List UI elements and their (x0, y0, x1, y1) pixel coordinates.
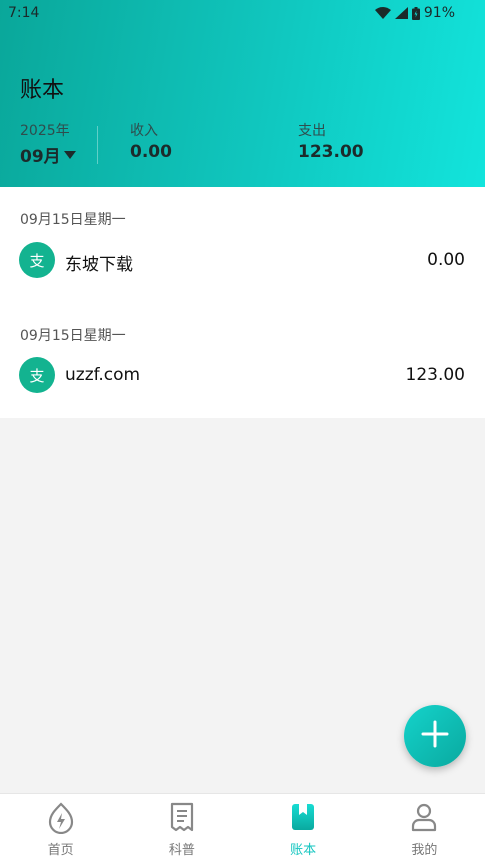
header: 7:14 91% 账本 2025年 09月 收入 0.00 支出 123.00 (0, 0, 485, 187)
battery-percent: 91% (423, 5, 455, 21)
month-label: 09月 (20, 147, 61, 167)
tab-label: 账本 (290, 843, 317, 858)
group-date: 09月15日星期一 (20, 212, 126, 228)
caret-down-icon (63, 145, 76, 164)
divider (97, 126, 98, 164)
tab-label: 我的 (411, 843, 438, 858)
summary: 2025年 09月 收入 0.00 支出 123.00 (20, 120, 470, 167)
income-value: 0.00 (130, 142, 172, 162)
tab-profile[interactable]: 我的 (364, 794, 485, 862)
tab-home[interactable]: 首页 (0, 794, 121, 862)
bottom-tab-bar: 首页 科普 账本 我的 (0, 793, 485, 862)
page-title: 账本 (20, 78, 65, 103)
year-label: 2025年 (20, 123, 70, 139)
expense-label: 支出 (298, 123, 326, 139)
plus-icon (421, 720, 449, 752)
status-icons: 91% (374, 5, 455, 21)
tab-label: 科普 (168, 843, 195, 858)
entry-name: 东坡下载 (65, 255, 133, 275)
signal-icon (394, 7, 408, 19)
status-bar: 7:14 91% (0, 0, 485, 28)
list-item[interactable]: 支 东坡下载 0.00 (0, 240, 485, 280)
tab-science[interactable]: 科普 (121, 794, 242, 862)
income-label: 收入 (130, 123, 158, 139)
transaction-list: 09月15日星期一 支 东坡下载 0.00 09月15日星期一 支 uzzf.c… (0, 187, 485, 418)
entry-amount: 0.00 (427, 250, 465, 270)
month-selector[interactable]: 09月 (20, 142, 76, 167)
list-item[interactable]: 支 uzzf.com 123.00 (0, 355, 485, 395)
add-entry-button[interactable] (404, 705, 466, 767)
entry-amount: 123.00 (405, 365, 465, 385)
tab-label: 首页 (47, 843, 74, 858)
wifi-icon (374, 7, 391, 19)
entry-name: uzzf.com (65, 365, 141, 385)
group-date: 09月15日星期一 (20, 328, 126, 344)
battery-icon (411, 6, 420, 20)
expense-value: 123.00 (298, 142, 364, 162)
expense-badge: 支 (19, 357, 55, 393)
expense-badge: 支 (19, 242, 55, 278)
status-time: 7:14 (8, 5, 40, 21)
tab-ledger[interactable]: 账本 (243, 794, 364, 862)
